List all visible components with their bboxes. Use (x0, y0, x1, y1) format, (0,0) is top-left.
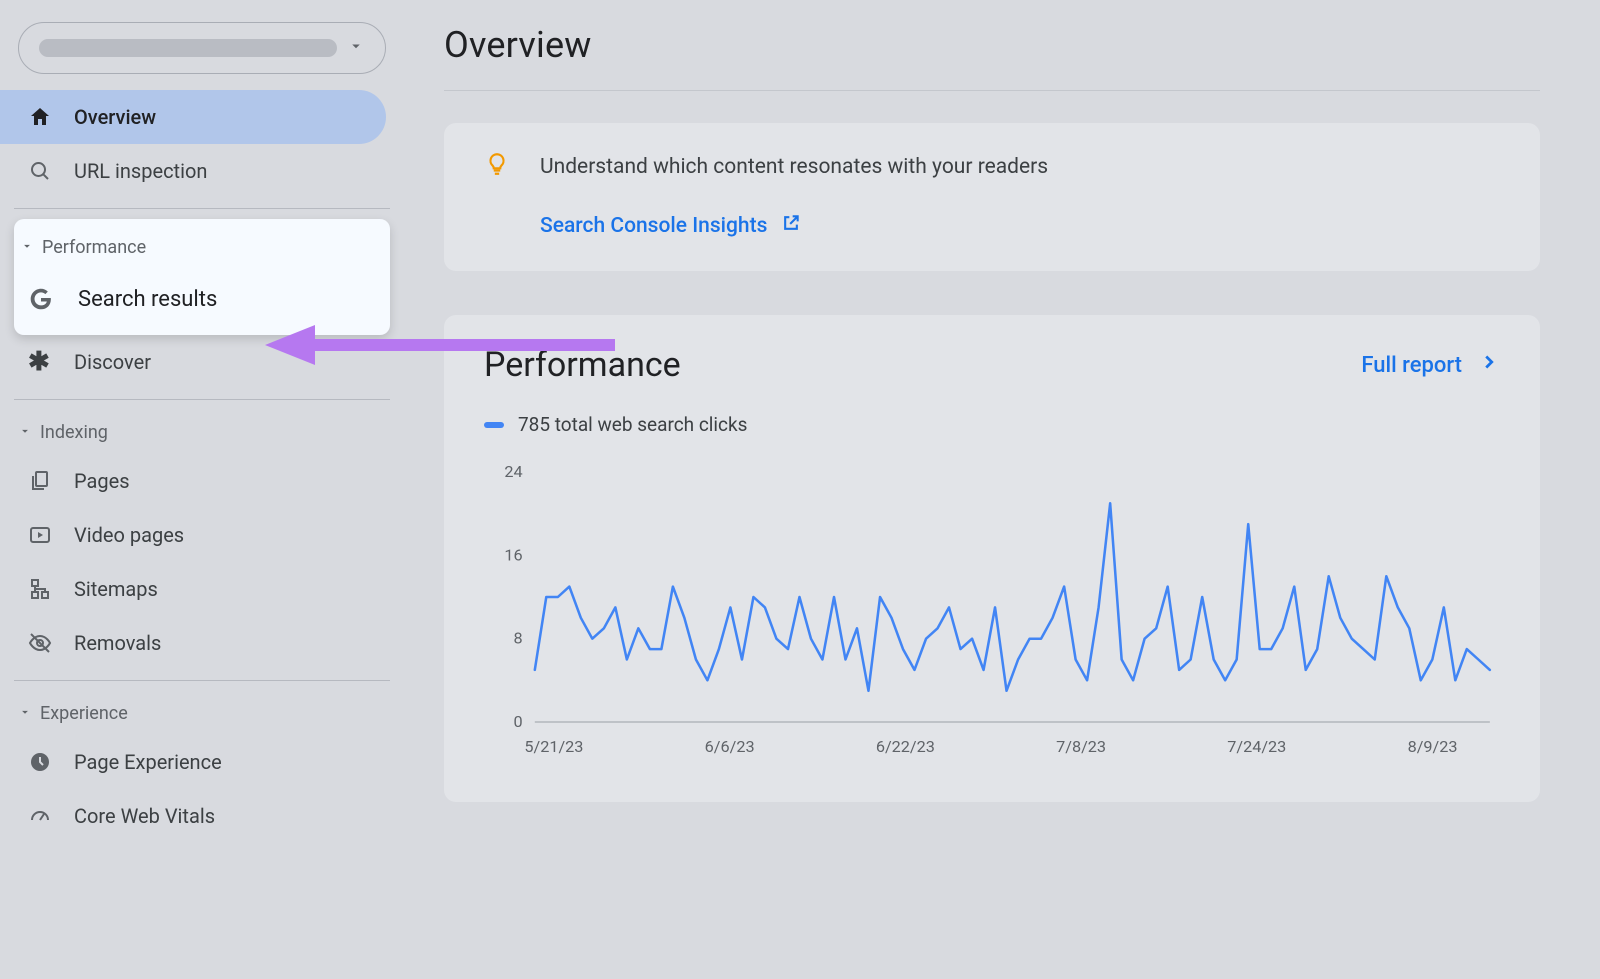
sidebar-item-label: Page Experience (74, 750, 222, 774)
sidebar-item-label: Pages (74, 469, 130, 493)
main-content: Overview Understand which content resona… (404, 0, 1600, 979)
sidebar-item-label: URL inspection (74, 159, 207, 183)
sidebar-item-search-results[interactable]: Search results (14, 269, 390, 329)
svg-text:0: 0 (513, 712, 522, 731)
sidebar-item-video-pages[interactable]: Video pages (0, 508, 386, 562)
sidebar-item-discover[interactable]: ✱ Discover (0, 335, 386, 389)
full-report-label: Full report (1361, 353, 1462, 378)
insights-card: Understand which content resonates with … (444, 123, 1540, 271)
sidebar: Overview URL inspection Performance Sear… (0, 0, 404, 979)
sidebar-item-removals[interactable]: Removals (0, 616, 386, 670)
sidebar-section-performance[interactable]: Performance (14, 225, 390, 269)
sidebar-section-label: Indexing (40, 422, 108, 443)
property-placeholder-bar (39, 39, 337, 57)
legend-swatch (484, 422, 504, 428)
sidebar-item-overview[interactable]: Overview (0, 90, 386, 144)
sidebar-item-label: Removals (74, 631, 161, 655)
svg-text:6/22/23: 6/22/23 (876, 737, 935, 756)
insights-link-label: Search Console Insights (540, 214, 767, 238)
sidebar-item-label: Discover (74, 350, 151, 374)
badge-icon (28, 750, 74, 774)
speedometer-icon (28, 804, 74, 828)
chevron-down-icon (347, 37, 365, 59)
sidebar-item-label: Overview (74, 105, 156, 129)
svg-text:7/8/23: 7/8/23 (1056, 737, 1106, 756)
svg-text:8/9/23: 8/9/23 (1408, 737, 1458, 756)
sidebar-item-sitemaps[interactable]: Sitemaps (0, 562, 386, 616)
performance-chart: 0 8 16 24 5/21/23 6/6/23 6/22/23 7/8/23 7/24/23 8… (484, 462, 1500, 762)
performance-card-title: Performance (484, 345, 681, 385)
pages-icon (28, 469, 74, 493)
svg-text:8: 8 (513, 629, 522, 648)
page-title: Overview (444, 24, 1540, 66)
svg-text:7/24/23: 7/24/23 (1227, 737, 1286, 756)
title-divider (444, 90, 1540, 91)
divider (14, 680, 390, 681)
performance-card: Performance Full report 785 total web se… (444, 315, 1540, 802)
sidebar-item-pages[interactable]: Pages (0, 454, 386, 508)
insights-heading: Understand which content resonates with … (540, 155, 1048, 179)
google-icon (28, 286, 78, 312)
search-console-insights-link[interactable]: Search Console Insights (484, 213, 1500, 239)
triangle-down-icon (20, 237, 42, 258)
search-icon (28, 159, 74, 183)
lightbulb-icon (484, 151, 510, 183)
home-icon (28, 105, 74, 129)
eye-off-icon (28, 631, 74, 655)
sidebar-group-performance-highlight: Performance Search results (14, 219, 390, 335)
sidebar-section-label: Experience (40, 703, 128, 724)
full-report-link[interactable]: Full report (1361, 351, 1500, 379)
sidebar-item-label: Core Web Vitals (74, 804, 215, 828)
svg-text:6/6/23: 6/6/23 (705, 737, 755, 756)
sidebar-section-experience[interactable]: Experience (0, 691, 404, 735)
sidebar-item-core-web-vitals[interactable]: Core Web Vitals (0, 789, 386, 843)
sidebar-item-label: Search results (78, 287, 217, 312)
triangle-down-icon (18, 703, 40, 724)
sidebar-item-url-inspection[interactable]: URL inspection (0, 144, 386, 198)
asterisk-icon: ✱ (28, 347, 74, 377)
triangle-down-icon (18, 422, 40, 443)
chart-legend: 785 total web search clicks (484, 413, 1500, 436)
sitemap-icon (28, 577, 74, 601)
video-icon (28, 523, 74, 547)
external-link-icon (781, 213, 801, 239)
sidebar-section-label: Performance (42, 237, 146, 258)
svg-text:16: 16 (504, 545, 522, 564)
svg-text:5/21/23: 5/21/23 (524, 737, 583, 756)
sidebar-item-label: Video pages (74, 523, 184, 547)
sidebar-section-indexing[interactable]: Indexing (0, 410, 404, 454)
sidebar-item-label: Sitemaps (74, 577, 158, 601)
chevron-right-icon (1478, 351, 1500, 379)
legend-label: 785 total web search clicks (518, 413, 747, 436)
property-selector[interactable] (18, 22, 386, 74)
svg-text:24: 24 (504, 462, 522, 481)
divider (14, 399, 390, 400)
divider (14, 208, 390, 209)
sidebar-item-page-experience[interactable]: Page Experience (0, 735, 386, 789)
